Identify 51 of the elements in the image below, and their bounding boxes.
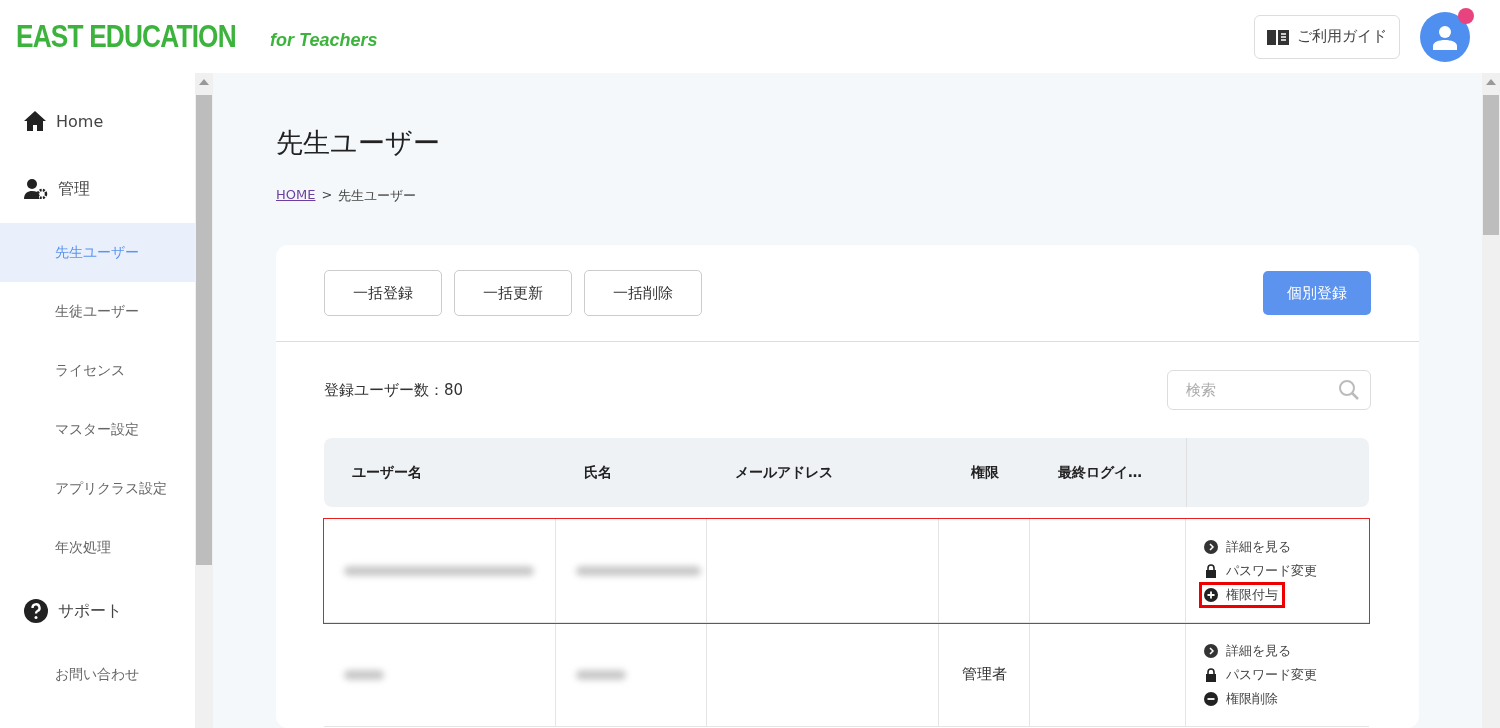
sidebar-item[interactable]: サポート xyxy=(0,577,195,645)
breadcrumb-separator: > xyxy=(321,187,333,204)
row-action-link[interactable]: 詳細を見る xyxy=(1202,536,1295,557)
logo-subtitle: for Teachers xyxy=(270,30,378,51)
home-icon xyxy=(24,111,46,131)
sidebar-subitem[interactable]: 生徒ユーザー xyxy=(0,282,195,341)
user-gear-icon xyxy=(24,179,48,199)
search-icon xyxy=(1338,379,1360,401)
sidebar-subitem[interactable]: アプリクラス設定 xyxy=(0,459,195,518)
bulk-action-button[interactable]: 一括登録 xyxy=(324,270,442,316)
sidebar-item[interactable]: 管理 xyxy=(0,155,195,223)
chevron-circle-icon xyxy=(1204,643,1218,658)
sidebar-subitem[interactable]: マスター設定 xyxy=(0,400,195,459)
sidebar-label: サポート xyxy=(58,600,122,622)
bulk-action-button[interactable]: 一括削除 xyxy=(584,270,702,316)
column-header: ユーザー名 xyxy=(351,462,423,482)
user-count: 登録ユーザー数：80 xyxy=(324,380,464,400)
breadcrumb-link[interactable]: HOME xyxy=(276,187,316,205)
row-action-link[interactable]: パスワード変更 xyxy=(1202,664,1321,685)
avatar[interactable] xyxy=(1420,11,1470,62)
bulk-action-button[interactable]: 一括更新 xyxy=(454,270,572,316)
column-header: メールアドレス xyxy=(734,462,834,482)
column-header: 氏名 xyxy=(583,462,613,482)
page-title: 先生ユーザー xyxy=(276,126,441,160)
search-field[interactable]: 検索 xyxy=(1167,370,1371,410)
row-action-link[interactable]: パスワード変更 xyxy=(1202,560,1321,581)
minus-circle-icon xyxy=(1204,691,1218,706)
row-action-link[interactable]: 詳細を見る xyxy=(1202,640,1295,661)
user-icon xyxy=(1432,23,1458,50)
column-header: 最終ログイ… xyxy=(1057,462,1143,482)
chevron-circle-icon xyxy=(1204,539,1218,554)
sidebar-label: 管理 xyxy=(58,178,90,200)
sidebar-item[interactable]: Home xyxy=(0,87,195,155)
scrollbar[interactable] xyxy=(195,73,213,728)
sidebar-subitem[interactable]: ライセンス xyxy=(0,341,195,400)
sidebar-label: Home xyxy=(56,111,104,131)
plus-circle-icon xyxy=(1204,587,1218,602)
scrollbar[interactable] xyxy=(1482,73,1500,728)
lock-icon xyxy=(1204,563,1218,578)
lock-icon xyxy=(1204,667,1218,682)
question-circle-icon xyxy=(24,599,48,623)
sidebar-subitem[interactable]: 年次処理 xyxy=(0,518,195,577)
book-icon xyxy=(1267,28,1289,45)
row-action-link[interactable]: 権限付与 xyxy=(1202,584,1282,605)
table-cell: 管理者 xyxy=(961,665,1007,684)
column-header: 権限 xyxy=(969,462,1000,482)
breadcrumb-current: 先生ユーザー xyxy=(338,187,417,205)
logo: EAST EDUCATION xyxy=(16,18,236,55)
row-action-link[interactable]: 権限削除 xyxy=(1202,688,1282,709)
sidebar-subitem[interactable]: お問い合わせ xyxy=(0,645,195,704)
guide-button[interactable]: ご利用ガイド xyxy=(1254,14,1400,59)
